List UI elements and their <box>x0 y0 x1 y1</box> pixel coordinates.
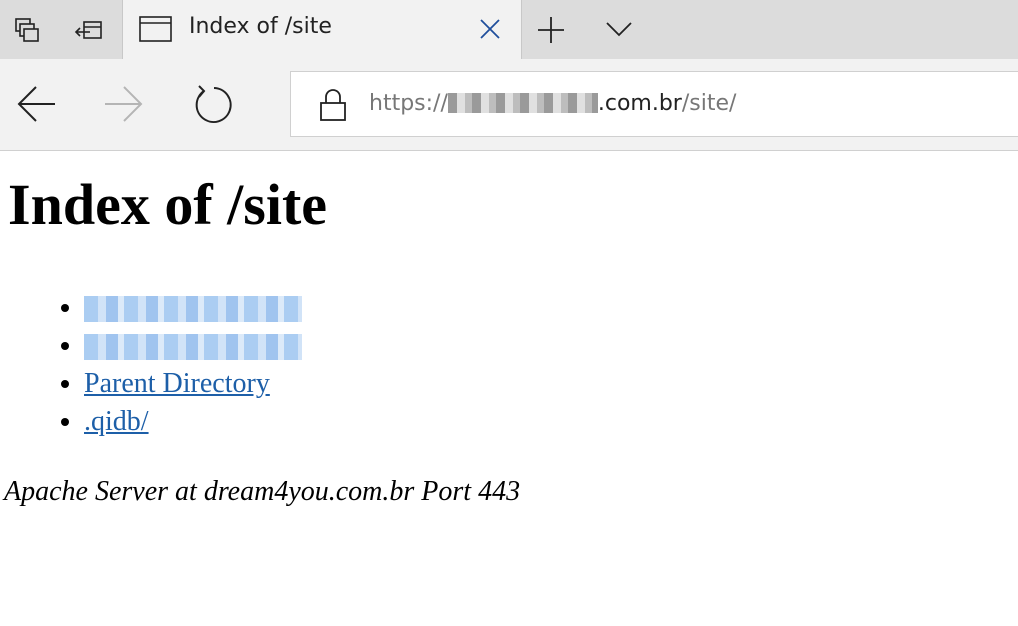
list-item <box>84 289 1010 327</box>
set-aside-tabs-button[interactable] <box>62 0 116 59</box>
url-host: .com.br <box>597 91 682 116</box>
navigation-bar: https:// .com.br/site/ <box>0 59 1018 150</box>
tab-title: Index of /site <box>189 14 332 39</box>
active-tab[interactable]: Index of /site <box>122 0 522 59</box>
list-item: .qidb/ <box>84 403 1010 441</box>
chevron-down-icon[interactable] <box>604 18 634 40</box>
back-arrow-icon[interactable] <box>16 83 58 125</box>
url-scheme: https:// <box>369 91 448 116</box>
tab-preview-button[interactable] <box>0 0 54 59</box>
redacted-filename <box>84 296 302 322</box>
tab-strip: Index of /site <box>0 0 1018 59</box>
server-signature: Apache Server at dream4you.com.br Port 4… <box>4 476 521 507</box>
page-icon <box>139 16 172 42</box>
directory-listing: Parent Directory .qidb/ <box>8 289 1010 441</box>
list-item: Parent Directory <box>84 365 1010 403</box>
lock-icon <box>320 89 346 121</box>
page-content: Index of /site Parent Directory .qidb/ A… <box>4 151 1010 508</box>
redacted-filename <box>84 334 302 360</box>
url-text: https:// .com.br/site/ <box>369 91 736 116</box>
url-path: /site/ <box>681 91 737 116</box>
redacted-link[interactable] <box>84 292 302 323</box>
redacted-link[interactable] <box>84 330 302 361</box>
qidb-folder-link[interactable]: .qidb/ <box>84 406 149 437</box>
page-title: Index of /site <box>8 172 327 237</box>
refresh-icon[interactable] <box>190 83 234 127</box>
close-icon[interactable] <box>478 17 502 41</box>
redacted-hostname <box>447 93 598 113</box>
set-aside-icon <box>74 20 102 39</box>
parent-directory-link[interactable]: Parent Directory <box>84 368 270 399</box>
tabs-aside-icon <box>15 17 39 42</box>
list-item <box>84 327 1010 365</box>
new-tab-plus-icon[interactable] <box>536 15 566 45</box>
forward-arrow-icon[interactable] <box>102 83 144 125</box>
address-bar[interactable]: https:// .com.br/site/ <box>290 71 1018 137</box>
